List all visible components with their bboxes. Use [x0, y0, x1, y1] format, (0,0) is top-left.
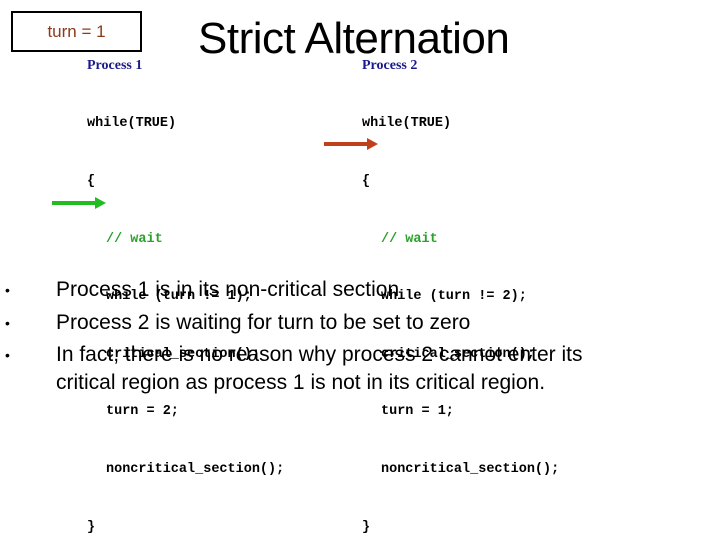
- bullet-text: Process 2 is waiting for turn to be set …: [56, 310, 471, 334]
- arrow-head: [367, 138, 378, 150]
- code-text: }: [87, 519, 96, 535]
- code-line: {: [362, 172, 559, 191]
- code-text: {: [87, 174, 96, 189]
- code-line: turn = 2;: [87, 402, 284, 421]
- code-text: // wait: [106, 231, 163, 247]
- code-text: // wait: [381, 231, 438, 247]
- code-line: while(TRUE): [87, 114, 284, 133]
- bullet-text: In fact, there is no reason why process …: [56, 343, 583, 366]
- arrow-shaft: [52, 201, 96, 205]
- turn-variable-box: turn = 1: [11, 11, 142, 52]
- code-text: noncritical_section();: [106, 461, 285, 477]
- process1-pointer-arrow-icon: [52, 197, 106, 209]
- code-comment: // wait: [362, 230, 559, 249]
- code-line: {: [87, 172, 284, 191]
- arrow-shaft: [324, 142, 368, 146]
- code-line: turn = 1;: [362, 402, 559, 421]
- arrow-head: [95, 197, 106, 209]
- turn-value-label: turn = 1: [47, 21, 106, 41]
- code-line: while(TRUE): [362, 114, 559, 133]
- bullet-item: • Process 1 is in its non-critical secti…: [0, 276, 720, 309]
- bullet-text: Process 1 is in its non-critical section: [56, 278, 400, 301]
- code-text: turn = 1;: [381, 404, 454, 420]
- slide-title: Strict Alternation: [198, 14, 510, 63]
- bullet-item: • In fact, there is no reason why proces…: [0, 341, 720, 401]
- bullet-icon: •: [5, 314, 10, 331]
- code-text: while(TRUE): [87, 116, 177, 132]
- code-line: noncritical_section();: [362, 460, 559, 479]
- process2-pointer-arrow-icon: [324, 138, 378, 150]
- bullet-list: • Process 1 is in its non-critical secti…: [0, 276, 720, 401]
- code-line: }: [87, 518, 284, 537]
- code-text: noncritical_section();: [381, 461, 560, 477]
- code-text: turn = 2;: [106, 404, 179, 420]
- process2-label: Process 2: [362, 58, 418, 73]
- code-text: {: [362, 174, 371, 189]
- process1-label: Process 1: [87, 58, 143, 73]
- code-comment: // wait: [87, 230, 284, 249]
- bullet-icon: •: [5, 282, 10, 298]
- bullet-item: • Process 2 is waiting for turn to be se…: [0, 309, 720, 342]
- code-text: }: [362, 519, 371, 535]
- bullet-text-continuation: critical region as process 1 is not in i…: [56, 371, 546, 394]
- code-line: }: [362, 518, 559, 537]
- code-text: while(TRUE): [362, 116, 452, 132]
- bullet-icon: •: [5, 347, 10, 363]
- code-line-current: noncritical_section();: [87, 460, 284, 479]
